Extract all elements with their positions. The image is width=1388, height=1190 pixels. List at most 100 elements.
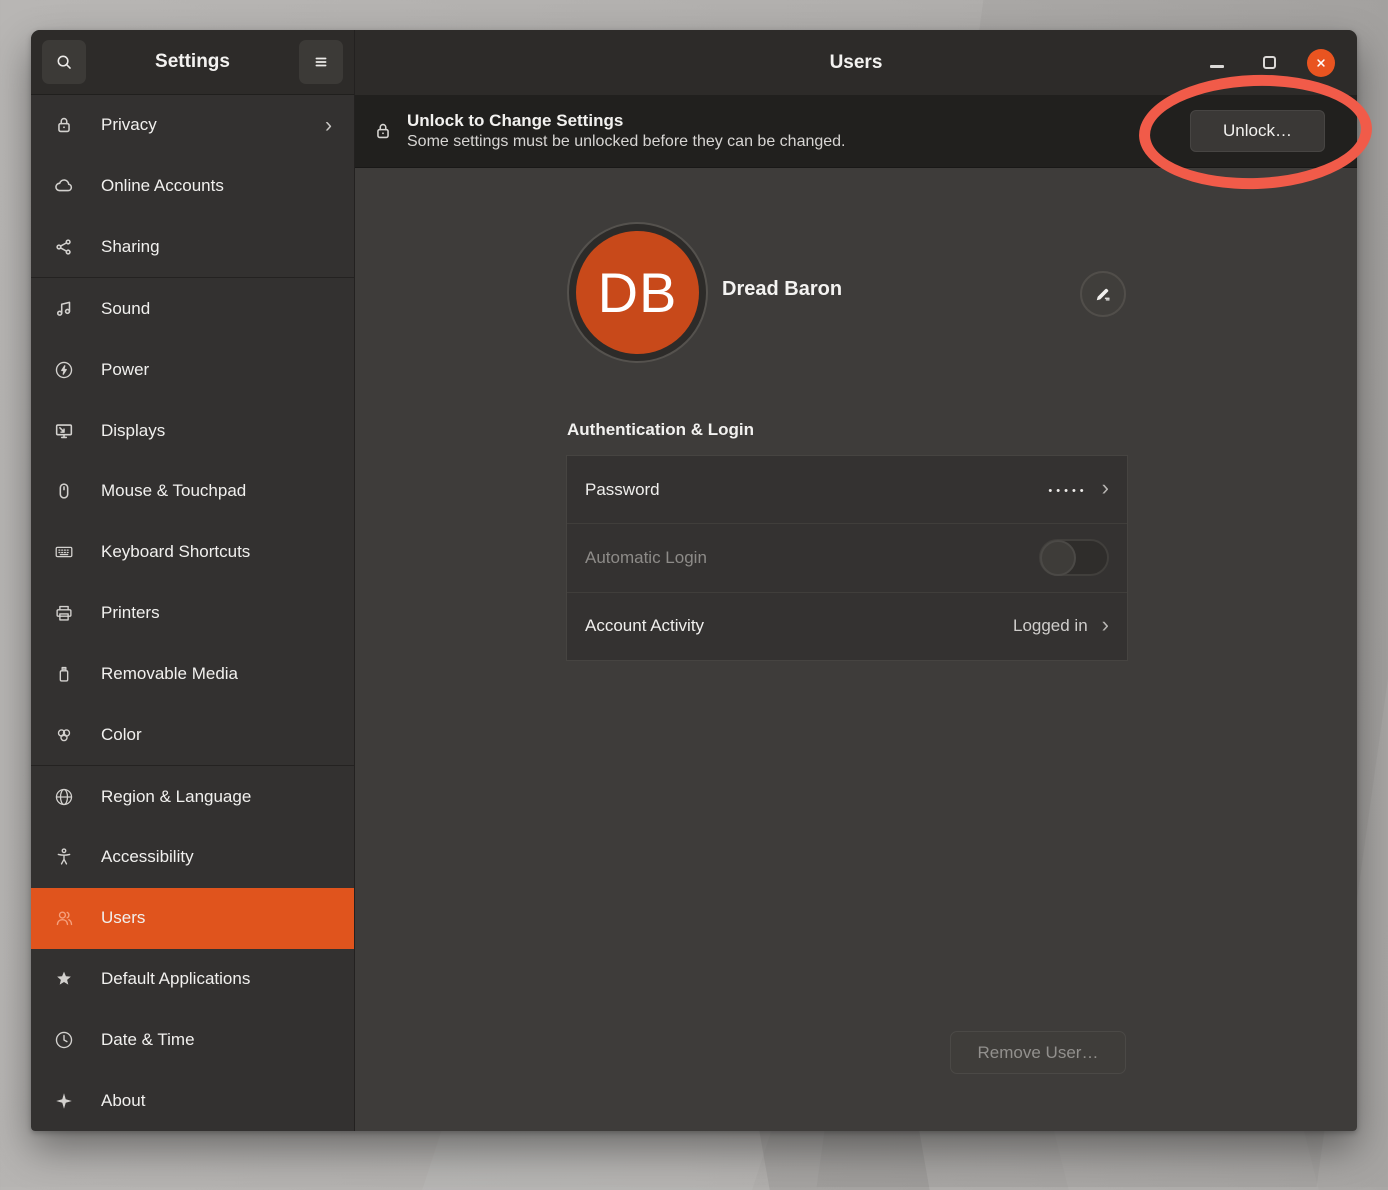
page-title: Users: [830, 52, 883, 74]
sidebar-item-mouse-touchpad[interactable]: Mouse & Touchpad: [31, 461, 354, 522]
star-icon: [53, 968, 75, 990]
sidebar-item-power[interactable]: Power: [31, 339, 354, 400]
printer-icon: [53, 602, 75, 624]
sidebar-item-label: Region & Language: [101, 787, 251, 807]
users-icon: [53, 907, 75, 929]
password-label: Password: [585, 480, 660, 500]
headerbar: Users: [355, 30, 1357, 95]
password-dots: •••••: [1048, 483, 1087, 497]
sidebar-item-label: Mouse & Touchpad: [101, 481, 246, 501]
automatic-login-label: Automatic Login: [585, 548, 707, 568]
account-activity-value: Logged in: [1013, 616, 1088, 636]
minimize-button[interactable]: [1203, 49, 1231, 77]
chevron-right-icon: ›: [1102, 477, 1109, 502]
menu-button[interactable]: [299, 40, 343, 84]
edit-name-button[interactable]: [1080, 271, 1126, 317]
display-icon: [53, 420, 75, 442]
search-button[interactable]: [42, 40, 86, 84]
sidebar-item-label: Printers: [101, 603, 160, 623]
close-button[interactable]: [1307, 49, 1335, 77]
chevron-right-icon: ›: [1102, 614, 1109, 639]
remove-user-button[interactable]: Remove User…: [950, 1031, 1126, 1074]
sidebar-item-color[interactable]: Color: [31, 704, 354, 765]
search-icon: [53, 51, 75, 73]
color-circles-icon: [53, 724, 75, 746]
auth-list: Password ••••• › Automatic Login Account…: [566, 455, 1128, 661]
sidebar-item-label: Users: [101, 908, 145, 928]
sidebar-item-sound[interactable]: Sound: [31, 278, 354, 339]
banner-subtitle: Some settings must be unlocked before th…: [407, 133, 846, 151]
section-heading: Authentication & Login: [567, 420, 754, 440]
sidebar-item-label: Privacy: [101, 115, 157, 135]
account-activity-row[interactable]: Account Activity Logged in ›: [567, 592, 1127, 660]
automatic-login-control-group: [1039, 539, 1109, 576]
sidebar-item-printers[interactable]: Printers: [31, 583, 354, 644]
sidebar-item-keyboard-shortcuts[interactable]: Keyboard Shortcuts: [31, 522, 354, 583]
usb-drive-icon: [53, 663, 75, 685]
sidebar-item-default-applications[interactable]: Default Applications: [31, 949, 354, 1010]
automatic-login-row: Automatic Login: [567, 523, 1127, 591]
sidebar-item-label: Displays: [101, 421, 165, 441]
sidebar-item-label: Keyboard Shortcuts: [101, 542, 250, 562]
clock-icon: [53, 1029, 75, 1051]
sidebar-item-accessibility[interactable]: Accessibility: [31, 827, 354, 888]
share-icon: [53, 236, 75, 258]
sidebar-item-online-accounts[interactable]: Online Accounts: [31, 156, 354, 217]
cloud-icon: [53, 175, 75, 197]
globe-icon: [53, 786, 75, 808]
close-icon: [1314, 56, 1328, 70]
sidebar-item-label: Sharing: [101, 237, 160, 257]
main-panel: Users Unlock to Change Settings Some set…: [355, 30, 1357, 1131]
password-value-group: ••••• ›: [1048, 477, 1109, 502]
sidebar-item-label: Color: [101, 725, 142, 745]
sidebar-list: Privacy › Online Accounts Sharing Sound …: [31, 95, 354, 1131]
users-page-content: DB Dread Baron Authentication & Login Pa…: [355, 168, 1357, 1131]
maximize-icon: [1263, 56, 1276, 69]
avatar-initials: DB: [598, 260, 678, 325]
mouse-icon: [53, 480, 75, 502]
sidebar-item-about[interactable]: About: [31, 1070, 354, 1131]
chevron-right-icon: ›: [325, 115, 332, 136]
hamburger-icon: [310, 51, 332, 73]
user-full-name: Dread Baron: [722, 278, 842, 301]
sidebar-item-removable-media[interactable]: Removable Media: [31, 643, 354, 704]
sidebar-item-users[interactable]: Users: [31, 888, 354, 949]
minimize-icon: [1210, 65, 1224, 68]
sidebar-item-sharing[interactable]: Sharing: [31, 217, 354, 278]
avatar[interactable]: DB: [567, 222, 708, 363]
sidebar-item-label: Sound: [101, 299, 150, 319]
password-row[interactable]: Password ••••• ›: [567, 456, 1127, 523]
sidebar-item-privacy[interactable]: Privacy ›: [31, 95, 354, 156]
app-title: Settings: [155, 51, 230, 73]
account-activity-label: Account Activity: [585, 616, 704, 636]
automatic-login-toggle[interactable]: [1039, 539, 1109, 576]
sidebar-item-region-language[interactable]: Region & Language: [31, 766, 354, 827]
sidebar-item-label: Accessibility: [101, 847, 194, 867]
toggle-knob: [1040, 540, 1076, 576]
sidebar-header: Settings: [31, 30, 354, 95]
window-controls: [1203, 30, 1335, 95]
unlock-button[interactable]: Unlock…: [1190, 110, 1325, 152]
sidebar-item-label: Date & Time: [101, 1030, 195, 1050]
sidebar-item-label: Online Accounts: [101, 176, 224, 196]
sidebar-item-date-time[interactable]: Date & Time: [31, 1009, 354, 1070]
avatar-circle: DB: [576, 231, 699, 354]
sidebar-item-label: About: [101, 1091, 145, 1111]
music-note-icon: [53, 298, 75, 320]
banner-text: Unlock to Change Settings Some settings …: [407, 111, 846, 151]
banner-title: Unlock to Change Settings: [407, 111, 846, 131]
sidebar-item-label: Default Applications: [101, 969, 250, 989]
maximize-button[interactable]: [1255, 49, 1283, 77]
sidebar-item-label: Removable Media: [101, 664, 238, 684]
lock-icon: [53, 114, 75, 136]
lock-icon: [372, 120, 394, 142]
pencil-icon: [1092, 283, 1114, 305]
sparkle-icon: [53, 1090, 75, 1112]
sidebar: Settings Privacy › Online Accounts Shari…: [31, 30, 355, 1131]
sidebar-item-label: Power: [101, 360, 149, 380]
power-icon: [53, 359, 75, 381]
accessibility-icon: [53, 846, 75, 868]
settings-window: Settings Privacy › Online Accounts Shari…: [31, 30, 1357, 1131]
sidebar-item-displays[interactable]: Displays: [31, 400, 354, 461]
unlock-banner: Unlock to Change Settings Some settings …: [355, 95, 1357, 168]
